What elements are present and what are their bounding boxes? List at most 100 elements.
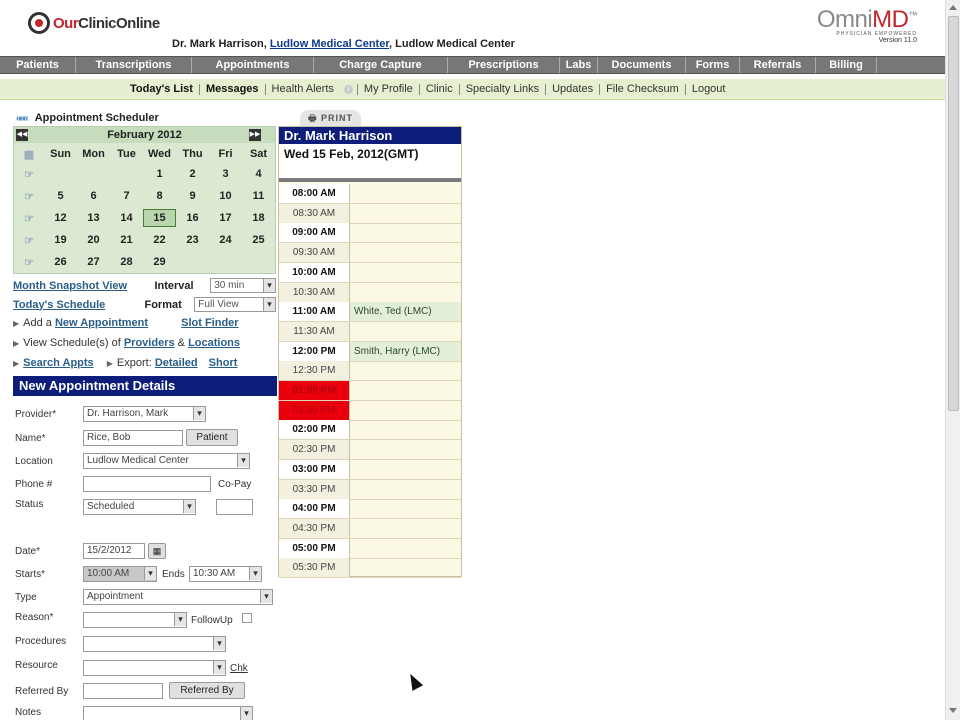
chk-link[interactable]: Chk	[230, 663, 248, 674]
copay-input[interactable]	[216, 499, 253, 515]
calendar-day[interactable]: 26	[44, 256, 77, 268]
time-slot[interactable]: 04:00 PM	[279, 499, 461, 520]
calendar-day[interactable]: 15	[143, 209, 176, 227]
nav-transcriptions[interactable]: Transcriptions	[76, 57, 192, 73]
ends-select[interactable]: 10:30 AM	[189, 566, 262, 582]
empty-slot[interactable]	[350, 223, 461, 242]
calendar-day[interactable]: 11	[242, 190, 275, 202]
empty-slot[interactable]	[350, 400, 461, 420]
empty-slot[interactable]	[350, 184, 461, 203]
empty-slot[interactable]	[350, 558, 461, 577]
subnav-file-checksum[interactable]: File Checksum	[599, 83, 685, 95]
referred-by-button[interactable]: Referred By	[169, 682, 245, 699]
calendar-day[interactable]: 5	[44, 190, 77, 202]
time-slot[interactable]: 02:30 PM	[279, 440, 461, 461]
time-slot[interactable]: 08:00 AM	[279, 184, 461, 204]
locations-link[interactable]: Locations	[188, 337, 240, 349]
calendar-day[interactable]: 18	[242, 212, 275, 224]
appointment-entry[interactable]: White, Ted (LMC)	[350, 302, 461, 322]
scroll-up-icon[interactable]	[949, 5, 957, 10]
time-slot[interactable]: 10:30 AM	[279, 282, 461, 303]
empty-slot[interactable]	[350, 519, 461, 538]
reason-select[interactable]	[83, 612, 187, 628]
time-slot[interactable]: 05:00 PM	[279, 538, 461, 559]
subnav-today-s-list[interactable]: Today's List	[124, 83, 199, 95]
empty-slot[interactable]	[350, 361, 461, 380]
page-scrollbar[interactable]	[945, 0, 960, 720]
calendar-day[interactable]: 3	[209, 168, 242, 180]
subnav-health-alerts[interactable]: Health Alerts	[264, 83, 340, 95]
ourclinic-logo[interactable]: OurClinicOnline	[28, 12, 160, 34]
todays-schedule-link[interactable]: Today's Schedule	[13, 299, 144, 311]
time-slot[interactable]: 11:30 AM	[279, 321, 461, 342]
empty-slot[interactable]	[350, 322, 461, 341]
date-input[interactable]: 15/2/2012	[83, 543, 145, 559]
calendar-day[interactable]: 2	[176, 168, 209, 180]
calendar-day[interactable]: 17	[209, 212, 242, 224]
calendar-day[interactable]: 29	[143, 256, 176, 268]
nav-documents[interactable]: Documents	[598, 57, 686, 73]
empty-slot[interactable]	[350, 420, 461, 439]
nav-billing[interactable]: Billing	[816, 57, 877, 73]
subnav-clinic[interactable]: Clinic	[418, 83, 459, 95]
subnav-my-profile[interactable]: My Profile	[356, 83, 419, 95]
subnav-logout[interactable]: Logout	[684, 83, 732, 95]
calendar-day[interactable]: 27	[77, 256, 110, 268]
time-slot[interactable]: 11:00 AM White, Ted (LMC)	[279, 302, 461, 323]
appointment-entry[interactable]: Smith, Harry (LMC)	[350, 341, 461, 361]
week-select-icon[interactable]: ☞	[14, 212, 44, 225]
nav-labs[interactable]: Labs	[560, 57, 598, 73]
calendar-day[interactable]: 23	[176, 234, 209, 246]
type-select[interactable]: Appointment	[83, 589, 273, 605]
calendar-day[interactable]: 24	[209, 234, 242, 246]
info-icon[interactable]: i	[343, 84, 353, 94]
nav-charge-capture[interactable]: Charge Capture	[314, 57, 448, 73]
format-select[interactable]: Full View	[194, 297, 276, 312]
time-slot[interactable]: 12:30 PM	[279, 361, 461, 382]
time-slot[interactable]: 10:00 AM	[279, 262, 461, 283]
calendar-day[interactable]: 7	[110, 190, 143, 202]
time-slot[interactable]: 02:00 PM	[279, 420, 461, 441]
time-slot[interactable]: 09:00 AM	[279, 223, 461, 244]
empty-slot[interactable]	[350, 440, 461, 459]
scroll-thumb[interactable]	[948, 16, 959, 411]
calendar-picker-icon[interactable]: ▦	[148, 543, 166, 559]
month-snapshot-link[interactable]: Month Snapshot View	[13, 280, 154, 292]
time-slot[interactable]: 12:00 PM Smith, Harry (LMC)	[279, 341, 461, 362]
nav-patients[interactable]: Patients	[0, 57, 76, 73]
calendar-day[interactable]: 13	[77, 212, 110, 224]
time-slot[interactable]: 05:30 PM	[279, 558, 461, 579]
nav-prescriptions[interactable]: Prescriptions	[448, 57, 560, 73]
time-slot[interactable]: 03:30 PM	[279, 479, 461, 500]
status-select[interactable]: Scheduled	[83, 499, 196, 515]
calendar-day[interactable]: 1	[143, 168, 176, 180]
time-slot[interactable]: 01:00 PM	[279, 381, 461, 401]
next-month-icon[interactable]: ▶▶	[249, 129, 261, 141]
calendar-day[interactable]: 8	[143, 190, 176, 202]
slot-finder-link[interactable]: Slot Finder	[181, 317, 238, 329]
empty-slot[interactable]	[350, 499, 461, 518]
prev-month-icon[interactable]: ◀◀	[16, 129, 28, 141]
referred-input[interactable]	[83, 683, 163, 699]
calendar-day[interactable]: 10	[209, 190, 242, 202]
calendar-day[interactable]: 16	[176, 212, 209, 224]
nav-appointments[interactable]: Appointments	[192, 57, 314, 73]
empty-slot[interactable]	[350, 263, 461, 282]
week-select-icon[interactable]: ☞	[14, 190, 44, 203]
procedures-select[interactable]	[83, 636, 226, 652]
calendar-day[interactable]: 6	[77, 190, 110, 202]
calendar-day[interactable]: 22	[143, 234, 176, 246]
center-link[interactable]: Ludlow Medical Center	[270, 38, 389, 50]
time-slot[interactable]: 03:00 PM	[279, 459, 461, 480]
week-select-icon[interactable]: ☞	[14, 234, 44, 247]
name-input[interactable]: Rice, Bob	[83, 430, 183, 446]
patient-button[interactable]: Patient	[186, 429, 238, 446]
time-slot[interactable]: 09:30 AM	[279, 243, 461, 264]
calendar-day[interactable]: 14	[110, 212, 143, 224]
empty-slot[interactable]	[350, 460, 461, 479]
calendar-day[interactable]: 4	[242, 168, 275, 180]
notes-input[interactable]	[83, 706, 253, 720]
week-select-icon[interactable]: ☞	[14, 256, 44, 269]
nav-forms[interactable]: Forms	[686, 57, 740, 73]
time-slot[interactable]: 04:30 PM	[279, 518, 461, 539]
